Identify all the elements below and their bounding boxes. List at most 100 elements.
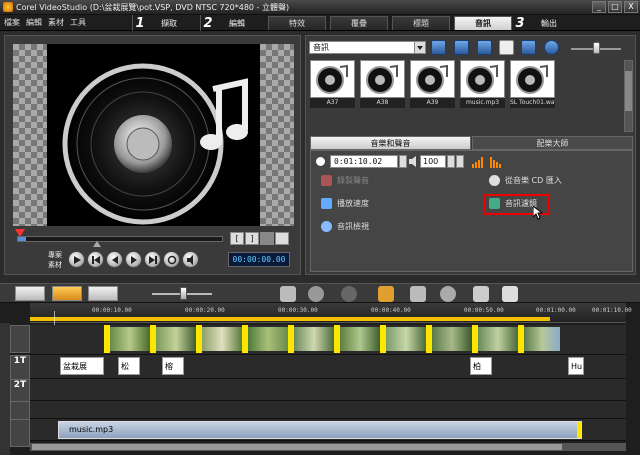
tab-overlay[interactable]: 覆疊 [330, 16, 388, 30]
mouse-cursor-icon [533, 206, 543, 220]
work-area-bar[interactable] [30, 317, 550, 321]
home-button[interactable] [87, 251, 104, 268]
mode-clip[interactable]: 素材 [48, 260, 62, 270]
music-note-icon[interactable] [499, 40, 514, 55]
library-clip[interactable]: SL Touch01.wav [510, 60, 555, 108]
music-note-icon [416, 64, 448, 94]
enlarge-icon[interactable] [275, 232, 289, 245]
duration-stepper[interactable] [399, 155, 407, 168]
audio-view-icon[interactable] [88, 286, 118, 301]
title-clip[interactable]: 松 [118, 357, 140, 375]
tab-title[interactable]: 標題 [392, 16, 450, 30]
record-capture-icon[interactable] [410, 286, 426, 302]
preview-window [13, 44, 294, 226]
music-note-icon [516, 64, 548, 94]
import-icon[interactable] [454, 40, 469, 55]
minimize-button[interactable]: _ [592, 1, 606, 13]
sort-icon[interactable] [477, 40, 492, 55]
chapter-icon[interactable] [473, 286, 489, 302]
tab-effect[interactable]: 特效 [268, 16, 326, 30]
tab-auto-music[interactable]: 配樂大師 [472, 136, 633, 150]
title-clip[interactable]: 柏 [470, 357, 492, 375]
record-voice-button[interactable]: 錄製聲音 [321, 175, 369, 186]
undo-icon[interactable] [308, 286, 324, 302]
menu-clip[interactable]: 素材 [48, 17, 64, 28]
tab-music-voice[interactable]: 音樂和聲音 [310, 136, 471, 150]
options-panel: 0:01:10.02 100 錄製聲音 播放速度 音訊檢視 從音樂 CD 匯入 … [310, 150, 633, 272]
playback-speed-button[interactable]: 播放速度 [321, 198, 369, 209]
music-disc-icon [62, 63, 248, 225]
fade-out-icon[interactable] [489, 155, 503, 168]
cd-icon [489, 175, 500, 186]
library-clip[interactable]: A39 [410, 60, 455, 108]
smart-proxy-icon[interactable] [378, 286, 394, 302]
volume-dropdown[interactable] [456, 155, 464, 168]
title-clip[interactable]: Hu [568, 357, 584, 375]
music-clip[interactable]: music.mp3 [58, 421, 582, 439]
step-share[interactable]: 3 輸出 [513, 15, 613, 31]
thumbnail-size-knob[interactable] [593, 42, 600, 54]
volume-button[interactable] [182, 251, 199, 268]
window-controls: _ □ X [592, 1, 638, 13]
menu-edit[interactable]: 編輯 [26, 17, 42, 28]
previous-frame-button[interactable] [106, 251, 123, 268]
library-clip[interactable]: music.mp3 [460, 60, 505, 108]
track-manager-icon[interactable] [440, 286, 456, 302]
maximize-button[interactable]: □ [608, 1, 622, 13]
play-button[interactable] [68, 251, 85, 268]
insert-media-icon[interactable] [280, 286, 296, 302]
close-button[interactable]: X [624, 1, 638, 13]
redo-icon[interactable] [341, 286, 357, 302]
music-note-icon [316, 64, 348, 94]
chevron-down-icon [414, 42, 425, 53]
title-track-2 [30, 379, 626, 401]
repeat-button[interactable] [163, 251, 180, 268]
volume-stepper[interactable] [447, 155, 455, 168]
mixer-icon[interactable] [502, 286, 518, 302]
menu-tools[interactable]: 工具 [70, 17, 86, 28]
trim-marker[interactable] [93, 241, 101, 247]
options-tabs: 音樂和聲音 配樂大師 [310, 136, 633, 150]
expand-icon[interactable] [544, 40, 559, 55]
video-track-icon[interactable] [10, 325, 30, 353]
mode-project[interactable]: 專案 [48, 250, 62, 260]
tab-audio[interactable]: 音訊 [454, 16, 512, 30]
fade-in-icon[interactable] [471, 155, 485, 168]
library-clip[interactable]: A38 [360, 60, 405, 108]
mark-out-button[interactable]: ] [245, 232, 259, 245]
zoom-knob[interactable] [180, 287, 187, 300]
next-frame-button[interactable] [125, 251, 142, 268]
end-button[interactable] [144, 251, 161, 268]
preview-panel: [ ] 專案 素材 00:00:00.00 [4, 35, 301, 275]
import-cd-button[interactable]: 從音樂 CD 匯入 [489, 175, 562, 186]
folder-icon[interactable] [431, 40, 446, 55]
scrub-bar[interactable] [17, 236, 223, 242]
library-panel: 音訊 A37 A38 A39 music.mp3 SL Touch01.wav [305, 35, 636, 275]
library-scrollbar[interactable] [624, 60, 633, 132]
mark-in-button[interactable]: [ [230, 232, 244, 245]
volume-field[interactable]: 100 [420, 155, 446, 168]
duration-field[interactable]: 0:01:10.02 [330, 155, 398, 168]
step-edit[interactable]: 2 編輯 [200, 15, 268, 31]
speed-icon [321, 198, 332, 209]
show-files-icon[interactable] [521, 40, 536, 55]
audio-library: A37 A38 A39 music.mp3 SL Touch01.wav [310, 60, 555, 108]
storyboard-view-button[interactable] [15, 286, 45, 301]
music-track-icon[interactable] [10, 419, 30, 447]
library-clip[interactable]: A37 [310, 60, 355, 108]
scissors-icon[interactable] [260, 232, 274, 245]
volume-icon [409, 156, 416, 167]
menu-file[interactable]: 檔案 [4, 17, 20, 28]
microphone-icon [321, 175, 332, 186]
speaker-icon [321, 221, 332, 232]
timecode-display[interactable]: 00:00:00.00 [228, 252, 290, 267]
app-icon [3, 2, 13, 12]
timeline-scrollbar[interactable] [30, 443, 626, 451]
timeline-view-button[interactable] [52, 286, 82, 301]
library-category-select[interactable]: 音訊 [309, 41, 426, 54]
audio-view-button[interactable]: 音訊檢視 [321, 221, 369, 232]
title-clip[interactable]: 盆栽展 [60, 357, 104, 375]
title-clip[interactable]: 榕 [162, 357, 184, 375]
step-capture[interactable]: 1 擷取 [132, 15, 200, 31]
timeline-ruler[interactable]: 00:00:10.00 00:00:20.00 00:00:30.00 00:0… [30, 303, 632, 323]
